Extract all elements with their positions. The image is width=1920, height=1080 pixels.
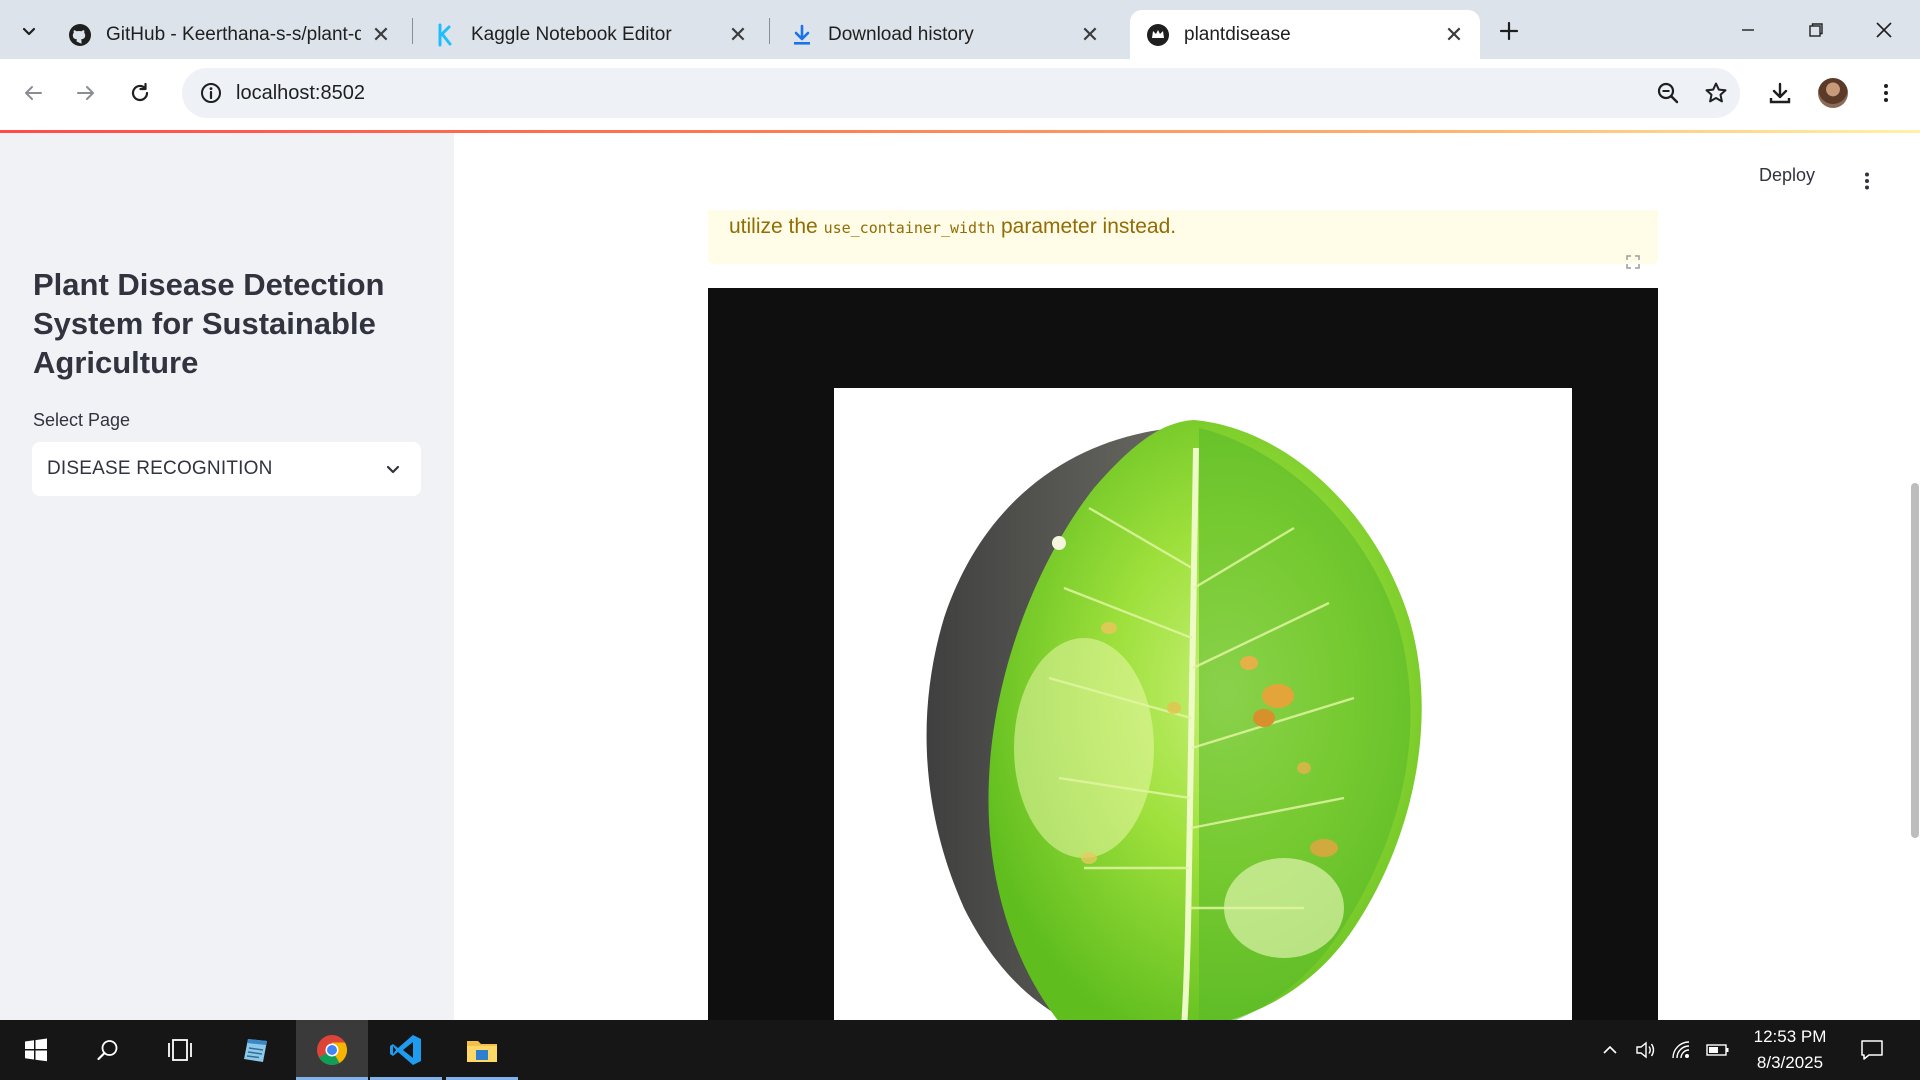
page-scrollbar[interactable]	[1911, 483, 1919, 838]
app-menu-button[interactable]	[1852, 166, 1882, 196]
chrome-icon	[317, 1035, 348, 1066]
github-icon	[68, 23, 92, 47]
task-view-icon	[168, 1039, 192, 1061]
taskbar	[0, 1020, 1920, 1080]
profile-button[interactable]	[1811, 71, 1855, 115]
browser-toolbar: localhost:8502	[0, 59, 1920, 130]
wifi-icon	[1672, 1041, 1690, 1059]
download-icon	[790, 23, 814, 47]
restore-button[interactable]	[1782, 0, 1850, 59]
minimize-button[interactable]	[1714, 0, 1782, 59]
taskbar-search-button[interactable]	[72, 1020, 144, 1080]
tab-download-history[interactable]: Download history ✕	[774, 10, 1116, 59]
streamlit-crown-icon	[1146, 23, 1170, 47]
browser-menu-button[interactable]	[1864, 71, 1908, 115]
arrow-right-icon	[77, 86, 94, 100]
volume-icon	[1636, 1041, 1655, 1059]
warning-text-after: parameter instead.	[995, 215, 1177, 238]
warning-code: use_container_width	[823, 219, 996, 237]
vscode-icon	[390, 1035, 421, 1065]
bookmark-button[interactable]	[1696, 73, 1736, 113]
leaf-illustration	[926, 420, 1422, 1020]
warning-text-before: utilize the	[729, 215, 824, 238]
forward-button[interactable]	[64, 71, 108, 115]
chevron-down-icon	[381, 457, 405, 481]
tab-title: Download history	[828, 23, 974, 45]
tab-search-button[interactable]	[8, 10, 50, 52]
zoom-out-icon	[1657, 82, 1679, 104]
tab-github[interactable]: GitHub - Keerthana-s-s/plant-d ✕	[52, 10, 407, 59]
deploy-button[interactable]: Deploy	[1759, 165, 1815, 186]
sidebar-title: Plant Disease Detection System for Susta…	[33, 267, 385, 380]
tab-separator	[412, 18, 413, 44]
plus-icon	[1499, 21, 1519, 41]
chevron-up-icon	[1603, 1045, 1617, 1054]
deprecation-warning: utilize the use_container_width paramete…	[708, 210, 1658, 264]
url-text: localhost:8502	[236, 81, 365, 104]
kaggle-icon	[433, 23, 457, 47]
taskbar-app-notepad[interactable]	[220, 1020, 292, 1080]
close-icon[interactable]: ✕	[726, 22, 750, 47]
clock-time: 12:53 PM	[1753, 1027, 1827, 1046]
select-page-value: DISEASE RECOGNITION	[47, 458, 273, 479]
avatar	[1818, 78, 1848, 108]
network-button[interactable]	[1664, 1020, 1700, 1080]
close-icon[interactable]: ✕	[1442, 22, 1466, 47]
tab-plantdisease[interactable]: plantdisease ✕	[1130, 10, 1480, 59]
clock-date: 8/3/2025	[1756, 1053, 1824, 1072]
more-vertical-icon	[1865, 172, 1869, 190]
start-button[interactable]	[0, 1020, 72, 1080]
tab-title: plantdisease	[1184, 23, 1291, 45]
tab-separator	[769, 18, 770, 44]
close-icon[interactable]: ✕	[369, 22, 393, 47]
close-icon	[1876, 21, 1892, 38]
notepad-icon	[244, 1039, 267, 1062]
windows-logo-icon	[25, 1038, 47, 1062]
minimize-icon	[1742, 28, 1754, 31]
reload-button[interactable]	[118, 71, 162, 115]
site-info-icon[interactable]	[186, 68, 236, 118]
downloads-button[interactable]	[1758, 71, 1802, 115]
zoom-button[interactable]	[1648, 73, 1688, 113]
arrow-left-icon	[25, 86, 42, 100]
select-page-dropdown[interactable]: DISEASE RECOGNITION	[32, 442, 421, 496]
fullscreen-icon	[1626, 255, 1640, 269]
restore-icon	[1809, 22, 1823, 37]
notifications-button[interactable]	[1842, 1020, 1902, 1080]
notification-icon	[1861, 1040, 1883, 1060]
reload-icon	[131, 82, 149, 102]
address-bar[interactable]: localhost:8502	[182, 68, 1740, 118]
show-hidden-icons-button[interactable]	[1592, 1020, 1628, 1080]
tab-title: Kaggle Notebook Editor	[471, 23, 672, 45]
folder-icon	[467, 1041, 497, 1062]
volume-button[interactable]	[1628, 1020, 1664, 1080]
close-icon[interactable]: ✕	[1078, 22, 1102, 47]
battery-button[interactable]	[1700, 1020, 1736, 1080]
fullscreen-button[interactable]	[1626, 252, 1640, 272]
task-view-button[interactable]	[144, 1020, 216, 1080]
leaf-image	[834, 388, 1572, 1020]
search-icon	[97, 1040, 118, 1061]
battery-icon	[1706, 1044, 1729, 1056]
download-icon	[1769, 82, 1791, 104]
taskbar-app-file-explorer[interactable]	[446, 1020, 518, 1080]
new-tab-button[interactable]	[1490, 12, 1528, 50]
taskbar-clock[interactable]: 12:53 PM 8/3/2025	[1740, 1024, 1840, 1076]
tab-kaggle[interactable]: Kaggle Notebook Editor ✕	[417, 10, 764, 59]
taskbar-app-chrome[interactable]	[296, 1020, 368, 1080]
close-window-button[interactable]	[1850, 0, 1918, 59]
select-page-label: Select Page	[33, 410, 131, 430]
star-icon	[1705, 82, 1727, 103]
back-button[interactable]	[11, 71, 55, 115]
taskbar-app-vscode[interactable]	[370, 1020, 442, 1080]
tab-strip: GitHub - Keerthana-s-s/plant-d ✕ Kaggle …	[0, 0, 1920, 59]
more-vertical-icon	[1884, 84, 1888, 102]
chevron-down-icon	[22, 27, 36, 36]
tab-title: GitHub - Keerthana-s-s/plant-d	[106, 23, 361, 45]
